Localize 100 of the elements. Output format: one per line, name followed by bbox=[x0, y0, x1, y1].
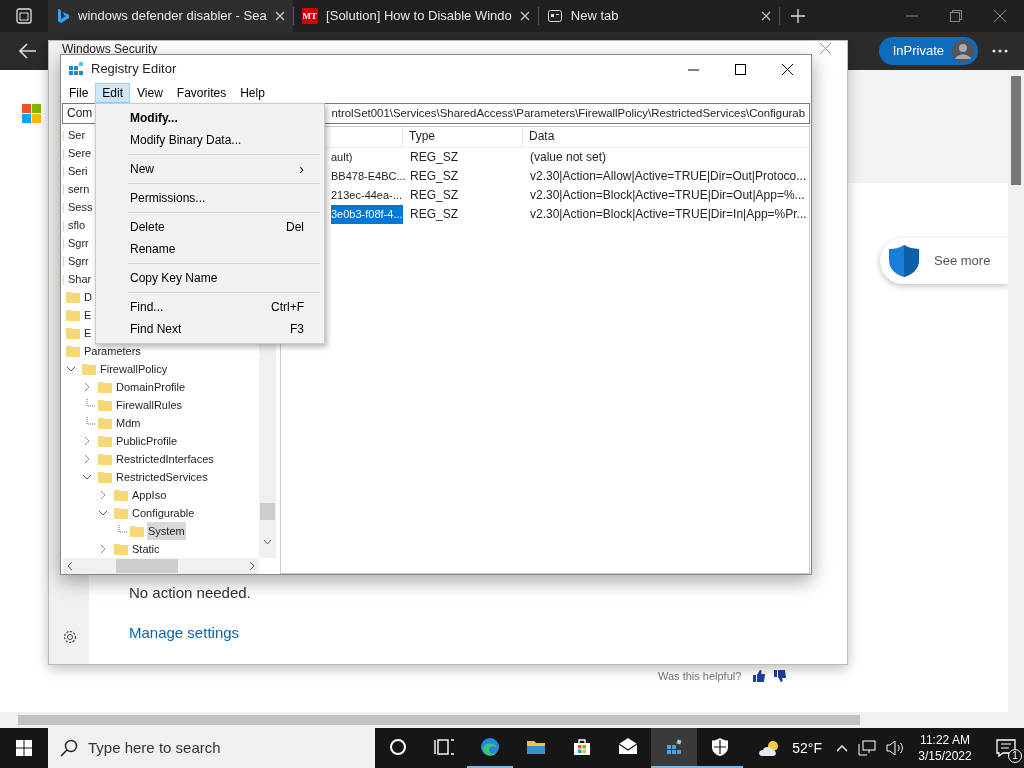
inprivate-button[interactable]: InPrivate bbox=[878, 37, 978, 65]
tree-item[interactable]: Seri bbox=[67, 162, 89, 180]
folder-icon bbox=[97, 398, 113, 412]
maximize-icon[interactable] bbox=[735, 63, 746, 75]
folder-icon bbox=[129, 524, 145, 538]
menu-item[interactable]: New › bbox=[98, 158, 322, 180]
tree-item[interactable]: FirewallRules bbox=[115, 396, 184, 414]
browser-tab[interactable]: windows defender disabler - Sea bbox=[48, 0, 293, 32]
menu-item[interactable]: View bbox=[130, 83, 170, 103]
menu-item[interactable]: Find Next F3 bbox=[98, 318, 322, 340]
clock-date[interactable]: 3/15/2022 bbox=[918, 748, 972, 764]
restore-icon[interactable] bbox=[950, 10, 962, 22]
cortana-circle-icon bbox=[388, 737, 408, 757]
tree-item[interactable]: System bbox=[147, 522, 186, 540]
value-type: REG_SZ bbox=[409, 187, 459, 204]
column-header[interactable]: Data bbox=[522, 127, 809, 147]
tree-item[interactable]: AppIso bbox=[131, 486, 168, 504]
back-arrow-icon[interactable] bbox=[19, 43, 37, 59]
feedback-question: Was this helpful? bbox=[658, 669, 742, 684]
window-title: Registry Editor bbox=[91, 60, 177, 79]
network-monitor-icon[interactable] bbox=[858, 740, 876, 756]
tree-item[interactable]: Static bbox=[131, 540, 161, 558]
tree-item[interactable]: Mdm bbox=[115, 414, 142, 432]
tree-item[interactable]: Ser bbox=[67, 126, 87, 144]
browser-tab[interactable]: New tab bbox=[538, 0, 779, 32]
window-title: Windows Security bbox=[62, 43, 158, 55]
task-view-icon bbox=[434, 737, 454, 757]
folder-icon bbox=[65, 344, 81, 358]
value-name[interactable]: 3e0b3-f08f-4... bbox=[331, 205, 403, 224]
tree-item[interactable]: RestrictedInterfaces bbox=[115, 450, 215, 468]
value-data: v2.30|Action=Allow|Active=TRUE|Dir=Out|Protoco... bbox=[529, 168, 807, 185]
scrollbar-thumb[interactable] bbox=[18, 715, 860, 725]
tree-item[interactable]: Configurable bbox=[131, 504, 196, 522]
menu-item[interactable]: Edit bbox=[95, 83, 131, 103]
column-header[interactable]: Type bbox=[402, 127, 522, 147]
registry-cubes-icon bbox=[68, 61, 84, 77]
bing-logo-icon bbox=[56, 8, 70, 24]
registry-cubes-icon bbox=[664, 737, 684, 757]
menu-item[interactable]: File bbox=[62, 83, 96, 103]
tree-item[interactable]: Sere bbox=[67, 144, 93, 162]
tree-item[interactable]: Sess bbox=[67, 198, 94, 216]
menu-item[interactable]: Rename bbox=[98, 238, 322, 260]
manage-settings-link[interactable]: Manage settings bbox=[129, 622, 240, 645]
menu-item[interactable]: Delete Del bbox=[98, 216, 322, 238]
menu-item[interactable]: Copy Key Name bbox=[98, 267, 322, 289]
search-icon bbox=[60, 739, 78, 757]
tree-item[interactable]: PublicProfile bbox=[115, 432, 179, 450]
value-data: (value not set) bbox=[529, 149, 607, 166]
menu-item[interactable]: Favorites bbox=[169, 83, 234, 103]
tree-item[interactable]: Parameters bbox=[83, 342, 142, 360]
tree-item[interactable]: D bbox=[83, 288, 93, 306]
tree-item[interactable]: Sgrr bbox=[67, 234, 90, 252]
speaker-icon[interactable] bbox=[886, 740, 904, 756]
new-tab-plus-icon[interactable] bbox=[790, 9, 805, 23]
tree-item[interactable]: RestrictedServices bbox=[115, 468, 209, 486]
tree-item[interactable]: FirewallPolicy bbox=[99, 360, 169, 378]
folder-icon bbox=[113, 488, 129, 502]
notification-bubble-icon[interactable] bbox=[996, 739, 1016, 758]
tree-item[interactable]: sflo bbox=[67, 216, 87, 234]
tree-item[interactable]: sern bbox=[67, 180, 91, 198]
more-options-icon[interactable] bbox=[992, 49, 1008, 53]
thumbs-up-icon[interactable] bbox=[753, 670, 767, 683]
tree-item[interactable]: Sgrr bbox=[67, 252, 90, 270]
clock-time[interactable]: 11:22 AM bbox=[920, 732, 970, 748]
tree-item[interactable]: Shar bbox=[67, 270, 93, 288]
menu-item[interactable]: Find... Ctrl+F bbox=[98, 296, 322, 318]
settings-icon[interactable] bbox=[62, 629, 78, 645]
tree-item[interactable]: E bbox=[83, 306, 93, 324]
value-type: REG_SZ bbox=[409, 206, 459, 223]
shield-icon bbox=[710, 737, 730, 757]
avatar-icon bbox=[952, 40, 974, 62]
favicon: MT bbox=[301, 8, 319, 24]
envelope-icon bbox=[618, 737, 638, 757]
temperature: 52°F bbox=[792, 738, 822, 758]
see-more-card[interactable]: See more bbox=[880, 238, 1008, 284]
close-icon[interactable] bbox=[782, 63, 793, 75]
tree-horizontal-scrollbar-drawing[interactable] bbox=[63, 558, 259, 574]
shopping-bag-icon bbox=[572, 737, 592, 757]
menu-item[interactable]: Permissions... bbox=[98, 187, 322, 209]
windows-logo-icon[interactable] bbox=[16, 740, 32, 756]
folder-icon bbox=[65, 290, 81, 304]
value-data: v2.30|Action=Block|Active=TRUE|Dir=Out|App=%... bbox=[529, 187, 805, 204]
browser-tab[interactable]: MT [Solution] How to Disable Windo bbox=[293, 0, 538, 32]
thumbs-down-icon[interactable] bbox=[774, 670, 788, 683]
search-field[interactable]: Type here to search bbox=[48, 728, 375, 768]
value-name[interactable]: BB478-E4BC... bbox=[331, 167, 406, 186]
value-name[interactable]: ault) bbox=[331, 148, 353, 167]
microsoft-logo-icon bbox=[22, 104, 41, 123]
folder-icon bbox=[113, 542, 129, 556]
menu-item[interactable]: Help bbox=[233, 83, 272, 103]
scrollbar-thumb[interactable] bbox=[1011, 76, 1021, 185]
status-text: No action needed. bbox=[129, 583, 251, 603]
edge-browser-icon bbox=[480, 737, 500, 757]
tree-item[interactable]: DomainProfile bbox=[115, 378, 187, 396]
tree-item[interactable]: E bbox=[83, 324, 93, 342]
menu-item[interactable]: Modify Binary Data... bbox=[98, 129, 322, 151]
folder-icon bbox=[81, 362, 97, 376]
value-name[interactable]: 213ec-44ea-... bbox=[331, 186, 402, 205]
chevron-up-icon[interactable] bbox=[836, 744, 848, 752]
tab-actions-icon[interactable] bbox=[16, 8, 32, 24]
